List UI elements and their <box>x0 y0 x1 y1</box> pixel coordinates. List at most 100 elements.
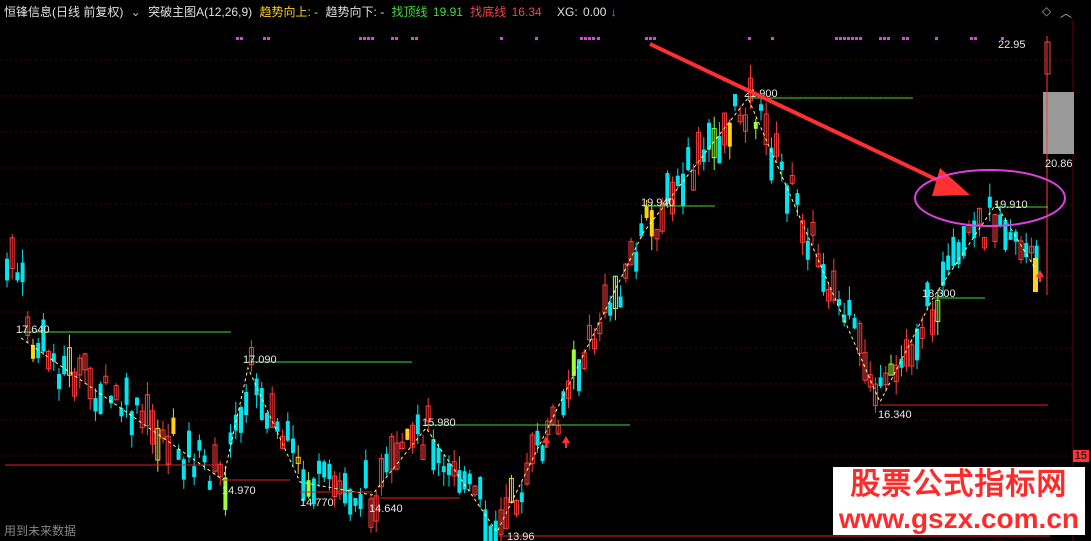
price-label: 14.970 <box>222 485 256 497</box>
candle-down <box>431 439 436 471</box>
candle-down <box>109 395 113 404</box>
candle-down <box>135 397 139 406</box>
candle-down <box>244 391 249 416</box>
candle-down <box>634 251 639 272</box>
candle-down <box>119 407 124 417</box>
candle-down <box>363 460 368 489</box>
signal-dot <box>597 37 600 40</box>
trend-up-value: - <box>314 5 319 19</box>
signal-dot <box>240 37 243 40</box>
signal-dot <box>263 37 266 40</box>
kline-chart[interactable]: 17.640 17.090 14.970 14.770 14.640 15.980 13.9… <box>0 0 1091 541</box>
candle-down <box>93 398 98 412</box>
candle-down <box>519 492 524 503</box>
signal-dot <box>887 37 890 40</box>
candle-down <box>987 196 992 208</box>
candle-down <box>998 214 1003 227</box>
stock-title: 恒锋信息(日线 前复权) <box>4 5 124 19</box>
candle-down <box>358 494 363 510</box>
price-label: 18.300 <box>922 288 956 300</box>
indicator-dropdown-icon[interactable]: ⌄ <box>131 5 141 19</box>
candle-down <box>535 430 540 446</box>
candle-down <box>675 175 680 186</box>
candle-down <box>686 147 691 171</box>
signal-dot <box>395 37 398 40</box>
price-label: 16.340 <box>878 409 912 421</box>
candle-down <box>707 122 711 150</box>
signal-dot <box>584 37 587 40</box>
diamond-icon[interactable]: ◇ <box>1042 4 1051 18</box>
chevron-up-icon[interactable]: ︿ <box>1060 4 1072 21</box>
price-label: 22.95 <box>998 39 1026 51</box>
price-label: 19.910 <box>994 199 1028 211</box>
signal-dot <box>847 37 850 40</box>
watermark-title: 股票公式指标网 <box>832 467 1085 503</box>
price-label: 13.96 <box>507 531 535 541</box>
candle-down <box>322 461 327 478</box>
signal-dot <box>588 37 591 40</box>
top-line-value: 19.91 <box>432 5 463 19</box>
candle-down <box>192 466 197 478</box>
candle-down <box>915 328 919 361</box>
signal-dot <box>359 37 362 40</box>
signal-dot <box>902 37 905 40</box>
candle-down <box>317 460 321 474</box>
signal-dot <box>645 37 648 40</box>
xg-label: XG: <box>557 5 578 19</box>
signal-dot <box>906 37 909 40</box>
candle-down <box>176 449 181 460</box>
bottom-line-value: 16.34 <box>511 5 542 19</box>
candle-down <box>478 476 483 500</box>
signal-dot <box>391 37 394 40</box>
candle-down <box>785 185 789 214</box>
buy-arrow-icon <box>562 436 570 448</box>
candle-down <box>348 489 353 515</box>
indicator-name[interactable]: 突破主图A(12,26,9) <box>148 5 252 19</box>
candle-down <box>291 438 295 454</box>
candle-down <box>717 135 722 164</box>
signal-dot <box>592 37 595 40</box>
candle-down <box>436 447 441 464</box>
candle-down <box>462 471 467 490</box>
candle-down <box>57 373 61 390</box>
signal-dot <box>653 37 656 40</box>
price-label: 17.090 <box>243 354 277 366</box>
top-line-label: 找顶线 <box>391 5 428 19</box>
candle-down <box>327 463 332 480</box>
candle-down <box>181 459 186 480</box>
signal-dot <box>970 37 973 40</box>
signal-dot <box>855 37 858 40</box>
candle-down <box>259 388 264 420</box>
price-label: 17.640 <box>16 324 50 336</box>
candle-down <box>467 473 472 485</box>
signal-dot <box>411 37 414 40</box>
candle-down <box>62 355 67 375</box>
signal-dot <box>859 37 862 40</box>
candle-down <box>795 193 800 205</box>
candle-down <box>878 377 883 387</box>
signal-dot <box>879 37 882 40</box>
candle-down <box>956 242 961 265</box>
selection-box <box>1043 92 1074 154</box>
candle-down <box>31 344 35 359</box>
candle-down <box>727 122 732 147</box>
candle-down <box>779 161 784 170</box>
annotation-arrow <box>649 42 949 187</box>
price-label: 15.980 <box>422 417 456 429</box>
candle-down <box>608 302 613 316</box>
signal-dot <box>535 37 538 40</box>
candle-down <box>265 412 269 429</box>
candle-down <box>946 255 951 270</box>
candle-down <box>941 261 945 286</box>
candle-down <box>847 299 852 316</box>
candle-down <box>577 359 581 392</box>
candle-down <box>805 240 810 260</box>
signal-dot <box>371 37 374 40</box>
candle-down <box>972 220 977 239</box>
candle-down <box>187 430 191 458</box>
candle-down <box>753 121 758 129</box>
bottom-line-label: 找底线 <box>470 5 507 19</box>
chart-header: 恒锋信息(日线 前复权) ⌄ 突破主图A(12,26,9) 趋势向上: - 趋势… <box>4 3 621 19</box>
candle-down <box>483 509 488 541</box>
candle-down <box>1008 232 1013 240</box>
